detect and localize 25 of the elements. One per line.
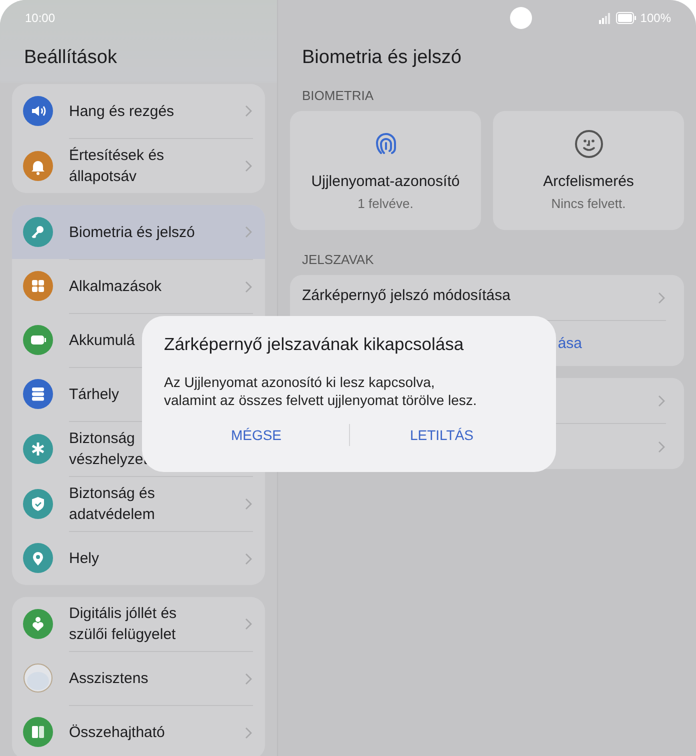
dialog-message: Az Ujjlenyomat azonosító ki lesz kapcsolva, valamint az összes felvett ujjlenyomat törölve lesz. bbox=[164, 373, 478, 409]
item-label: Akkumulá bbox=[69, 331, 135, 351]
page-title: Biometria és jelszó bbox=[301, 46, 462, 70]
item-label: Biztonság és adatvédelem bbox=[69, 484, 155, 525]
card-title: Arcfelismerés bbox=[543, 173, 634, 190]
card-subtitle: 1 felvéve. bbox=[358, 196, 414, 211]
item-label: Összehajtható bbox=[69, 723, 165, 743]
item-label: Alkalmazások bbox=[69, 277, 162, 297]
dialog-title: Zárképernyő jelszavának kikapcsolása bbox=[164, 334, 465, 355]
page-title: Beállítások bbox=[23, 46, 118, 70]
battery-percent: 100% bbox=[640, 11, 671, 25]
clock-time: 10:00 bbox=[25, 11, 56, 25]
item-label: Asszisztens bbox=[69, 669, 148, 689]
item-label: Biztonság vészhelyzet bbox=[69, 429, 148, 470]
card-subtitle: Nincs felvett. bbox=[551, 196, 626, 211]
item-label: Digitális jóllét és szülői felügyelet bbox=[69, 604, 177, 645]
item-label: Értesítések és állapotsáv bbox=[69, 146, 164, 187]
item-label: Hang és rezgés bbox=[69, 102, 174, 122]
item-label: Zárképernyő jelszó módosítása bbox=[302, 286, 510, 304]
card-title: Ujjlenyomat-azonosító bbox=[311, 173, 460, 190]
item-label: Tárhely bbox=[69, 385, 120, 405]
item-label: Biometria és jelszó bbox=[69, 222, 195, 242]
section-heading: BIOMETRIA bbox=[301, 87, 375, 105]
item-label: Hely bbox=[69, 549, 100, 569]
section-heading: JELSZAVAK bbox=[301, 251, 375, 269]
